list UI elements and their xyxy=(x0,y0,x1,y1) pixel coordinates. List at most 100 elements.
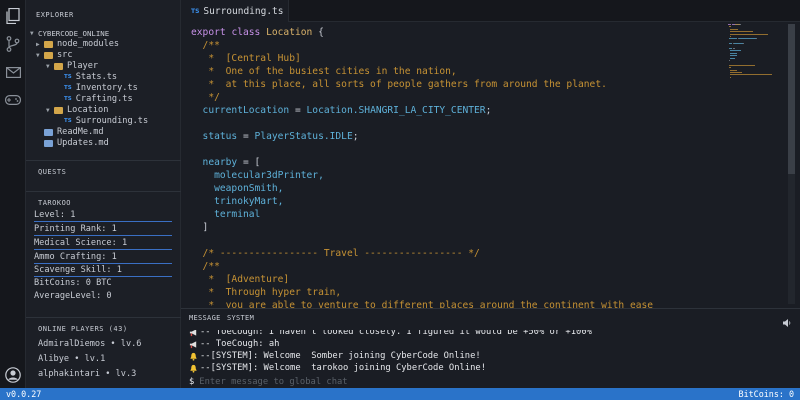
typescript-icon: TS xyxy=(64,74,72,80)
code-line[interactable]: * Through hyper train, xyxy=(191,286,341,299)
code-line[interactable]: terminal xyxy=(191,208,260,221)
minimap-line xyxy=(730,50,741,52)
code-token: weaponSmith, xyxy=(191,183,284,194)
scrollbar-thumb[interactable] xyxy=(788,24,795,174)
code-line[interactable]: */ xyxy=(191,91,220,104)
section-divider xyxy=(26,160,181,161)
tab-system[interactable]: SYSTEM xyxy=(227,314,254,322)
tab-surrounding[interactable]: TS Surrounding.ts xyxy=(181,0,289,22)
account-icon[interactable] xyxy=(3,365,23,385)
files-icon[interactable] xyxy=(3,6,23,26)
megaphone-icon xyxy=(189,340,197,348)
code-token: ] xyxy=(191,222,209,233)
project-name: CYBERCODE_ONLINE xyxy=(38,29,110,38)
code-line[interactable]: molecular3dPrinter, xyxy=(191,169,324,182)
bell-icon xyxy=(190,364,197,373)
minimap-line xyxy=(729,43,733,45)
code-token: { xyxy=(312,27,324,38)
code-line[interactable]: /** xyxy=(191,260,220,273)
code-line[interactable]: nearby = [ xyxy=(191,156,261,169)
minimap-line xyxy=(728,24,732,25)
project-root[interactable]: ▼ CYBERCODE_ONLINE xyxy=(30,28,109,39)
code-line[interactable]: * at this place, all sorts of people gat… xyxy=(191,78,607,91)
section-divider xyxy=(26,317,181,318)
minimap-line xyxy=(740,24,741,25)
folder-icon xyxy=(54,63,63,70)
online-player-item[interactable]: AdmiralDiemos • lv.6 xyxy=(38,338,141,350)
code-token: Location.SHANGRI_LA_CITY_CENTER xyxy=(306,105,486,116)
minimap[interactable] xyxy=(728,24,782,94)
code-token: terminal xyxy=(191,209,261,220)
activity-bar xyxy=(0,0,26,388)
tree-item-inventory[interactable]: TS Inventory.ts xyxy=(64,83,138,94)
online-players-title[interactable]: ONLINE PLAYERS (43) xyxy=(38,325,128,333)
player-title[interactable]: TAROKOO xyxy=(38,199,71,207)
editor-tab-bar: TS Surrounding.ts xyxy=(181,0,800,22)
code-token: PlayerStatus.IDLE xyxy=(254,131,353,142)
tab-message[interactable]: MESSAGE xyxy=(189,314,221,322)
code-line[interactable]: status = PlayerStatus.IDLE; xyxy=(191,130,359,143)
code-token: currentLocation xyxy=(191,105,290,116)
code-line[interactable]: /** xyxy=(191,39,220,52)
online-player-item[interactable]: alphakintari • lv.3 xyxy=(38,368,136,380)
minimap-line xyxy=(730,55,737,57)
code-token: * Through hyper train, xyxy=(191,287,342,298)
mail-icon[interactable] xyxy=(3,62,23,82)
minimap-line xyxy=(729,26,731,28)
online-player-item[interactable]: Alibye • lv.1 xyxy=(38,353,105,365)
quests-title[interactable]: QUESTS xyxy=(38,168,66,176)
minimap-line xyxy=(729,48,733,49)
gamepad-icon[interactable] xyxy=(3,90,23,110)
code-token: nearby xyxy=(191,157,238,168)
tree-item-src[interactable]: ▼ src xyxy=(36,50,73,61)
code-token: status xyxy=(191,131,238,142)
speaker-icon[interactable] xyxy=(782,313,792,327)
minimap-line xyxy=(732,48,735,49)
tree-item-crafting[interactable]: TS Crafting.ts xyxy=(64,94,133,105)
minimap-line xyxy=(735,24,740,25)
code-line[interactable]: export class Location { xyxy=(191,26,324,39)
minimap-line xyxy=(729,69,738,71)
code-line[interactable]: /* ----------------- Travel ------------… xyxy=(191,247,480,260)
chat-message: -- ToeCough: I haven't looked closely. I… xyxy=(189,330,592,338)
source-control-icon[interactable] xyxy=(3,34,23,54)
sidebar: EXPLORER ▼ CYBERCODE_ONLINE ▶ node_module… xyxy=(26,0,181,388)
tree-item-readme[interactable]: ReadMe.md xyxy=(44,127,104,138)
code-token: */ xyxy=(191,92,220,103)
code-editor[interactable]: export class Location { /** * [Central H… xyxy=(181,22,726,308)
code-line[interactable]: currentLocation = Location.SHANGRI_LA_CI… xyxy=(191,104,492,117)
code-line[interactable]: weaponSmith, xyxy=(191,182,283,195)
code-line[interactable]: ] xyxy=(191,221,209,234)
minimap-line xyxy=(729,36,731,37)
code-token: trinokyMart, xyxy=(191,196,284,207)
chat-message: -- ToeCough: ah xyxy=(189,338,279,350)
code-line[interactable]: trinokyMart, xyxy=(191,195,283,208)
code-token: = xyxy=(289,105,307,116)
tree-item-player[interactable]: ▼ Player xyxy=(46,61,98,72)
code-line[interactable]: * [Adventure] xyxy=(191,273,289,286)
tree-item-updates[interactable]: Updates.md xyxy=(44,138,109,149)
markdown-icon xyxy=(44,140,53,147)
folder-icon xyxy=(44,52,53,59)
code-line[interactable]: * you are able to venture to different p… xyxy=(191,299,653,308)
editor-scrollbar[interactable] xyxy=(788,24,795,304)
stat-scavenge-skill: Scavenge Skill: 1 xyxy=(34,264,172,277)
status-bar: v0.0.27 BitCoins: 0 xyxy=(0,388,800,400)
code-token: ; xyxy=(485,105,492,116)
minimap-line xyxy=(729,64,756,66)
code-line[interactable]: * [Central Hub] xyxy=(191,52,300,65)
version-label: v0.0.27 xyxy=(6,389,42,399)
tree-item-location[interactable]: ▼ Location xyxy=(46,105,108,116)
stat-printing-rank: Printing Rank: 1 xyxy=(34,223,172,236)
typescript-icon: TS xyxy=(191,7,200,15)
code-token: * you are able to venture to different p… xyxy=(191,300,654,308)
chat-input[interactable] xyxy=(199,377,760,387)
minimap-line xyxy=(734,43,744,45)
tree-item-surrounding[interactable]: TS Surrounding.ts xyxy=(64,116,148,127)
minimap-line xyxy=(729,76,731,78)
tree-item-stats[interactable]: TS Stats.ts xyxy=(64,72,117,83)
minimap-line xyxy=(729,33,768,35)
code-line[interactable]: * One of the busiest cities in the natio… xyxy=(191,65,456,78)
chevron-right-icon: ▶ xyxy=(36,41,40,48)
tree-item-node-modules[interactable]: ▶ node_modules xyxy=(36,39,119,50)
